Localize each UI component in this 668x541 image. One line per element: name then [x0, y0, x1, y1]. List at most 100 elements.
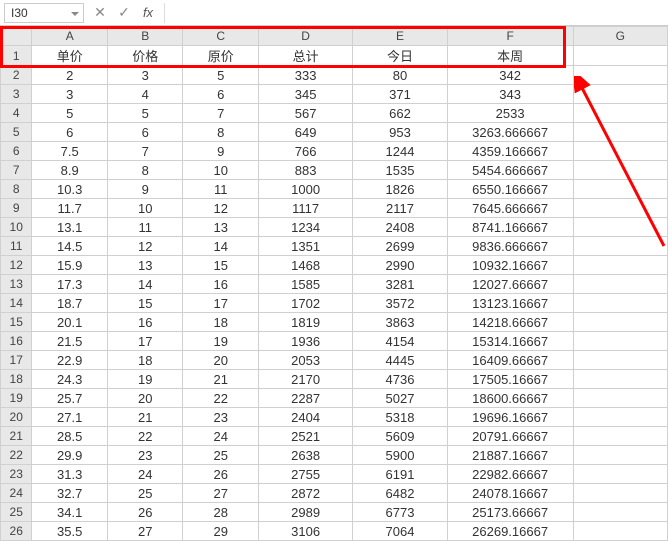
row-header[interactable]: 11	[1, 237, 32, 256]
cell-D14[interactable]: 1702	[258, 294, 352, 313]
cell-D20[interactable]: 2404	[258, 408, 352, 427]
cell-G17[interactable]	[573, 351, 667, 370]
cell-A14[interactable]: 18.7	[32, 294, 108, 313]
cell-E6[interactable]: 1244	[353, 142, 447, 161]
cell-C21[interactable]: 24	[183, 427, 259, 446]
cell-C9[interactable]: 12	[183, 199, 259, 218]
cell-D6[interactable]: 766	[258, 142, 352, 161]
cell-E19[interactable]: 5027	[353, 389, 447, 408]
row-header[interactable]: 8	[1, 180, 32, 199]
cell-G3[interactable]	[573, 85, 667, 104]
row-header[interactable]: 4	[1, 104, 32, 123]
cell-E20[interactable]: 5318	[353, 408, 447, 427]
cell-F5[interactable]: 3263.666667	[447, 123, 573, 142]
cell-G21[interactable]	[573, 427, 667, 446]
cell-C4[interactable]: 7	[183, 104, 259, 123]
cell-A22[interactable]: 29.9	[32, 446, 108, 465]
cell-G2[interactable]	[573, 66, 667, 85]
cell-G19[interactable]	[573, 389, 667, 408]
cell-C13[interactable]: 16	[183, 275, 259, 294]
cell-A7[interactable]: 8.9	[32, 161, 108, 180]
cell-C17[interactable]: 20	[183, 351, 259, 370]
cell-E18[interactable]: 4736	[353, 370, 447, 389]
cell-G22[interactable]	[573, 446, 667, 465]
row-header[interactable]: 9	[1, 199, 32, 218]
cell-A11[interactable]: 14.5	[32, 237, 108, 256]
cell-C20[interactable]: 23	[183, 408, 259, 427]
cell-E24[interactable]: 6482	[353, 484, 447, 503]
cell-F15[interactable]: 14218.66667	[447, 313, 573, 332]
row-header[interactable]: 6	[1, 142, 32, 161]
cell-A10[interactable]: 13.1	[32, 218, 108, 237]
cell-E14[interactable]: 3572	[353, 294, 447, 313]
row-header[interactable]: 22	[1, 446, 32, 465]
cell-G5[interactable]	[573, 123, 667, 142]
cell-D9[interactable]: 1117	[258, 199, 352, 218]
cell-D7[interactable]: 883	[258, 161, 352, 180]
cell-B21[interactable]: 22	[107, 427, 183, 446]
cell-A26[interactable]: 35.5	[32, 522, 108, 541]
col-header-C[interactable]: C	[183, 27, 259, 46]
col-header-A[interactable]: A	[32, 27, 108, 46]
col-header-B[interactable]: B	[107, 27, 183, 46]
cell-A2[interactable]: 2	[32, 66, 108, 85]
cell-G12[interactable]	[573, 256, 667, 275]
cell-A6[interactable]: 7.5	[32, 142, 108, 161]
row-header[interactable]: 1	[1, 46, 32, 66]
cell-G23[interactable]	[573, 465, 667, 484]
cell-B24[interactable]: 25	[107, 484, 183, 503]
cell-D19[interactable]: 2287	[258, 389, 352, 408]
cell-C18[interactable]: 21	[183, 370, 259, 389]
cell-G16[interactable]	[573, 332, 667, 351]
cell-B3[interactable]: 4	[107, 85, 183, 104]
confirm-button[interactable]: ✓	[112, 1, 136, 25]
cell-C14[interactable]: 17	[183, 294, 259, 313]
row-header[interactable]: 13	[1, 275, 32, 294]
cell-B26[interactable]: 27	[107, 522, 183, 541]
cell-E11[interactable]: 2699	[353, 237, 447, 256]
cell-D3[interactable]: 345	[258, 85, 352, 104]
cell-A23[interactable]: 31.3	[32, 465, 108, 484]
cancel-button[interactable]: ✕	[88, 1, 112, 25]
cell-B8[interactable]: 9	[107, 180, 183, 199]
cell-C5[interactable]: 8	[183, 123, 259, 142]
cell-A9[interactable]: 11.7	[32, 199, 108, 218]
cell-F13[interactable]: 12027.66667	[447, 275, 573, 294]
cell-G9[interactable]	[573, 199, 667, 218]
select-all-corner[interactable]	[1, 27, 32, 46]
formula-input[interactable]	[164, 3, 668, 23]
cell-A17[interactable]: 22.9	[32, 351, 108, 370]
cell-E23[interactable]: 6191	[353, 465, 447, 484]
cell-D22[interactable]: 2638	[258, 446, 352, 465]
col-header-D[interactable]: D	[258, 27, 352, 46]
cell-C6[interactable]: 9	[183, 142, 259, 161]
cell-B10[interactable]: 11	[107, 218, 183, 237]
cell-G11[interactable]	[573, 237, 667, 256]
cell-C16[interactable]: 19	[183, 332, 259, 351]
cell-F6[interactable]: 4359.166667	[447, 142, 573, 161]
row-header[interactable]: 3	[1, 85, 32, 104]
cell-B5[interactable]: 6	[107, 123, 183, 142]
cell-E16[interactable]: 4154	[353, 332, 447, 351]
cell-G8[interactable]	[573, 180, 667, 199]
cell-C3[interactable]: 6	[183, 85, 259, 104]
row-header[interactable]: 23	[1, 465, 32, 484]
cell-A1[interactable]: 单价	[32, 46, 108, 66]
cell-B9[interactable]: 10	[107, 199, 183, 218]
row-header[interactable]: 26	[1, 522, 32, 541]
cell-D10[interactable]: 1234	[258, 218, 352, 237]
cell-B18[interactable]: 19	[107, 370, 183, 389]
cell-D24[interactable]: 2872	[258, 484, 352, 503]
cell-D12[interactable]: 1468	[258, 256, 352, 275]
row-header[interactable]: 5	[1, 123, 32, 142]
cell-B20[interactable]: 21	[107, 408, 183, 427]
cell-C25[interactable]: 28	[183, 503, 259, 522]
cell-G7[interactable]	[573, 161, 667, 180]
row-header[interactable]: 25	[1, 503, 32, 522]
cell-F24[interactable]: 24078.16667	[447, 484, 573, 503]
cell-A21[interactable]: 28.5	[32, 427, 108, 446]
cell-E8[interactable]: 1826	[353, 180, 447, 199]
cell-F26[interactable]: 26269.16667	[447, 522, 573, 541]
cell-A25[interactable]: 34.1	[32, 503, 108, 522]
cell-B4[interactable]: 5	[107, 104, 183, 123]
